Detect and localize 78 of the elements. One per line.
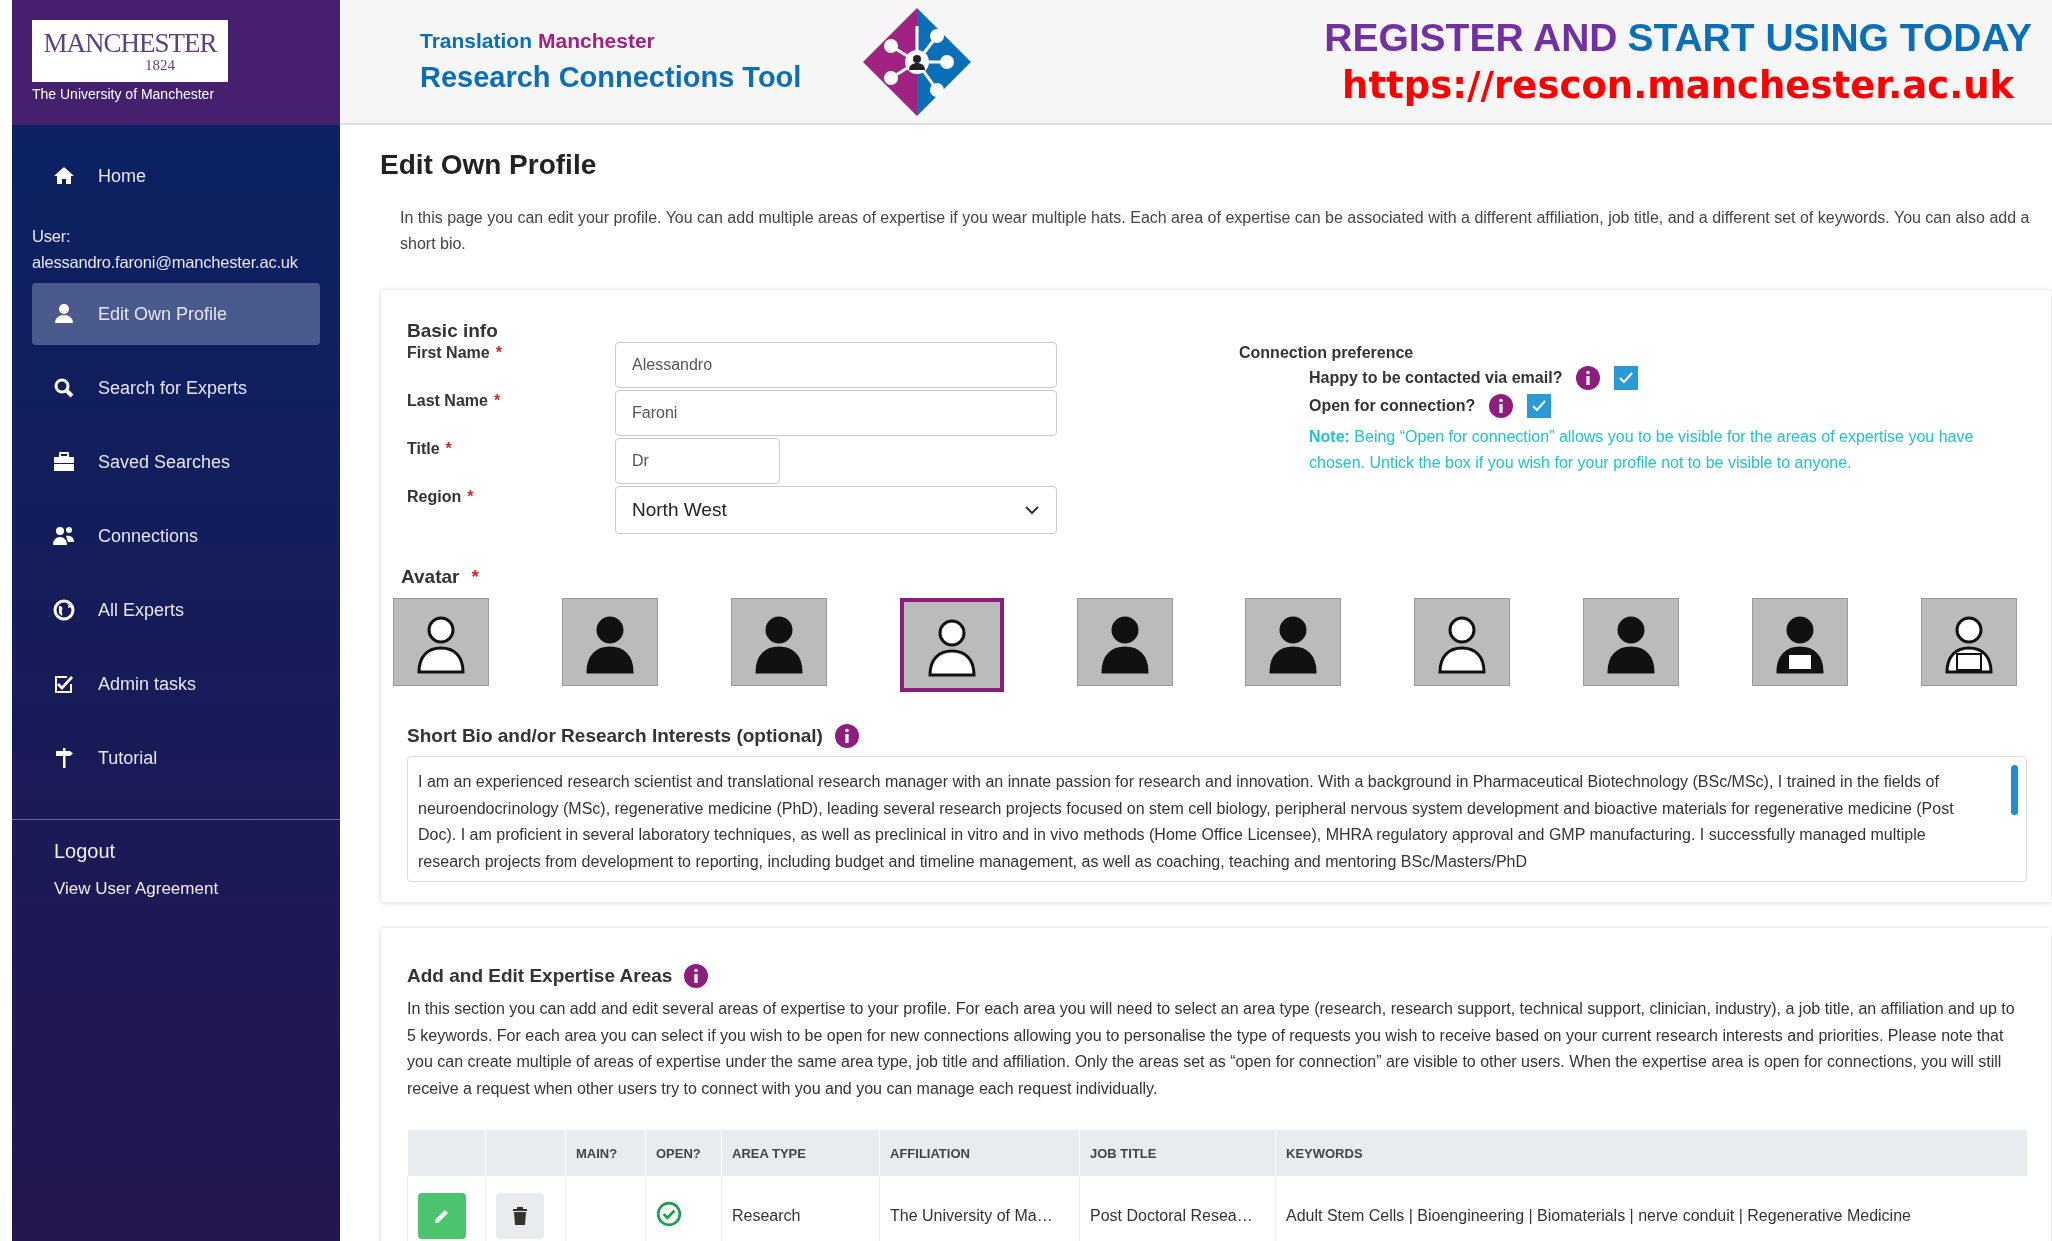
home-link[interactable]: Home bbox=[32, 145, 320, 207]
briefcase-icon bbox=[52, 450, 76, 474]
sidebar-item[interactable]: Connections bbox=[32, 505, 320, 567]
column-header: JOB TITLE bbox=[1079, 1130, 1276, 1176]
bio-textarea[interactable]: I am an experienced research scientist and translational research manager with an innate passion for research and innovation. With a background in Pharmaceutical Biotechnology (BSc/MSc), I trained in the fields of neuroendocrinology (MSc), regenerative medicine (PhD), leading several research projects focused on stem cell biology, peripheral nervous system development and bioactive materials for regenerative medicine (Post Doc). I am proficient in several laboratory techniques, as well as preclinical in vitro and in vivo methods (Home Office Licensee), MHRA regulatory approval and GMP manufacturing. I successfully managed multiple research projects from development to reporting, including budget and timeline management, as well as coaching, teaching and mentoring BSc/Masters/PhD bbox=[407, 756, 2027, 882]
checkmark-icon bbox=[1532, 400, 1547, 412]
sidebar-item[interactable]: All Experts bbox=[32, 579, 320, 641]
sidebar-item[interactable]: Edit Own Profile bbox=[32, 283, 320, 345]
sidebar-item[interactable]: Search for Experts bbox=[32, 357, 320, 419]
column-header: KEYWORDS bbox=[1275, 1130, 2027, 1176]
avatar-option[interactable] bbox=[561, 598, 658, 686]
column-header: AREA TYPE bbox=[721, 1130, 880, 1176]
info-icon[interactable] bbox=[834, 724, 859, 748]
banner-lead: REGISTER AND bbox=[1324, 16, 1618, 60]
section-heading: Basic info bbox=[407, 320, 499, 342]
table-cell: Post Doctoral Resea… bbox=[1079, 1176, 1276, 1241]
column-header: AFFILIATION bbox=[879, 1130, 1080, 1176]
checkmark-icon bbox=[1619, 372, 1634, 384]
sidebar-item[interactable]: Admin tasks bbox=[32, 653, 320, 715]
text-input[interactable]: Faroni bbox=[615, 390, 1057, 436]
field-label: Title * bbox=[407, 439, 453, 458]
search-icon bbox=[52, 376, 76, 400]
avatar-option[interactable] bbox=[1414, 598, 1511, 686]
info-icon[interactable] bbox=[1489, 394, 1514, 418]
table-cell: Research bbox=[721, 1176, 880, 1241]
avatar-option[interactable] bbox=[1245, 598, 1342, 686]
sidebar-item[interactable]: Saved Searches bbox=[32, 431, 320, 493]
logo-year: 1824 bbox=[144, 56, 175, 73]
brand-suffix: Manchester bbox=[538, 29, 655, 53]
checkbox[interactable] bbox=[1614, 366, 1639, 390]
user-agreement-link[interactable]: View User Agreement bbox=[32, 879, 320, 899]
option-label: Happy to be contacted via email? bbox=[1309, 369, 1563, 387]
option-label: Open for connection? bbox=[1309, 397, 1476, 415]
banner-tail: START USING TODAY bbox=[1627, 16, 2032, 60]
bio-label: Short Bio and/or Research Interests (optional) bbox=[407, 725, 823, 747]
intro-text: In this page you can edit your profile. You can add multiple areas of expertise if you wear multiple hats. Each area of expertise can be associated with a different affiliation, job title, and a different set of keywords. You can also add a short bio. bbox=[400, 208, 2031, 254]
avatar-option[interactable] bbox=[1076, 598, 1173, 686]
people-icon bbox=[52, 524, 76, 548]
globe-icon bbox=[52, 598, 76, 622]
required-mark: * bbox=[471, 566, 479, 588]
person-icon bbox=[52, 302, 76, 326]
chevron-down-icon bbox=[1024, 505, 1040, 515]
field-label: Last Name * bbox=[407, 391, 502, 410]
avatar-option[interactable] bbox=[1583, 598, 1680, 686]
delete-button[interactable] bbox=[496, 1193, 544, 1239]
info-icon[interactable] bbox=[1576, 366, 1601, 390]
brand-prefix: Translation bbox=[420, 29, 533, 53]
banner-url: https://rescon.manchester.ac.uk bbox=[1342, 64, 2015, 107]
avatar-option[interactable] bbox=[393, 598, 489, 686]
logout-link[interactable]: Logout bbox=[32, 840, 320, 863]
field-label: First Name * bbox=[407, 343, 503, 362]
field-label: Region * bbox=[407, 487, 475, 506]
column-header: OPEN? bbox=[645, 1130, 722, 1176]
logo-wordmark: MANCHESTER bbox=[43, 29, 217, 57]
region-select[interactable]: North West bbox=[615, 486, 1057, 534]
expertise-heading: Add and Edit Expertise Areas bbox=[407, 965, 673, 987]
table-cell: Adult Stem Cells | Bioengineering | Biomaterials | nerve conduit | Regenerative Medicine bbox=[1275, 1176, 2027, 1241]
logo-subtitle: The University of Manchester bbox=[32, 86, 215, 102]
expertise-description: In this section you can add and edit several areas of expertise to your profile. For each area you will need to select an area type (research, research support, technical support, clinician, industry), a job title, an affiliation and up to 5 keywords. For each area you can select if you wish to be open for new connections allowing you to personalise the type of requests you wish to receive based on your current research interests and priorities. Please note that you can create multiple of areas of expertise under the same area type, job title and affiliation. Only the areas set as “open for connection” are visible to other users. When the expertise area is open for connections, you will still receive a request when other users try to connect with you and you can manage each request individually. bbox=[407, 999, 2016, 1099]
avatar-label: Avatar bbox=[401, 566, 460, 588]
avatar-option[interactable] bbox=[1752, 598, 1848, 686]
connection-heading: Connection preference bbox=[1239, 344, 1415, 362]
page-title: Edit Own Profile bbox=[380, 149, 598, 181]
user-label: User: bbox=[32, 226, 72, 247]
text-input[interactable]: Dr bbox=[615, 438, 780, 484]
info-icon[interactable] bbox=[684, 964, 709, 988]
trash-icon bbox=[512, 1206, 528, 1226]
column-header: MAIN? bbox=[565, 1130, 646, 1176]
table-cell: The University of Ma… bbox=[879, 1176, 1080, 1241]
avatar-option[interactable] bbox=[899, 598, 1004, 692]
avatar-option[interactable] bbox=[1920, 598, 2017, 686]
avatar-option[interactable] bbox=[730, 598, 827, 686]
checkbox[interactable] bbox=[1527, 394, 1552, 418]
text-input[interactable]: Alessandro bbox=[615, 342, 1057, 388]
user-email: alessandro.faroni@manchester.ac.uk bbox=[32, 252, 299, 273]
connection-note: Note: Being “Open for connection” allows you to be visible for the areas of expertise you have chosen. Untick the box if you wish for your profile not to be visible to anyone. bbox=[1309, 427, 1975, 473]
app-title: Research Connections Tool bbox=[420, 61, 802, 94]
sidebar-item[interactable]: Tutorial bbox=[32, 727, 320, 789]
